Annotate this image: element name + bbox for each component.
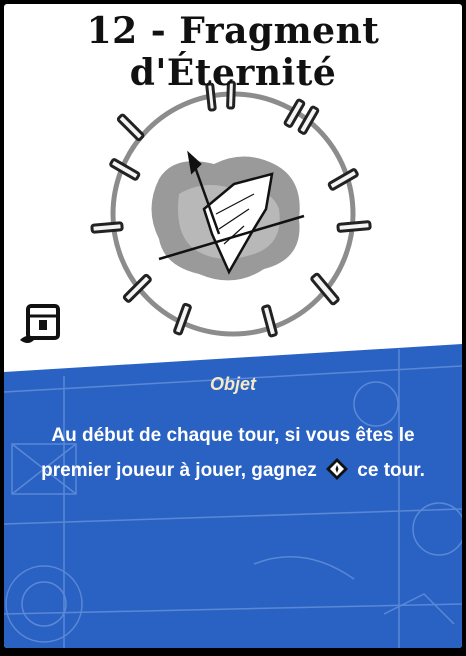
chest-icon — [20, 304, 60, 343]
card-title: 12 - Fragment d'Éternité — [86, 10, 380, 94]
card-rule-text: Au début de chaque tour, si vous êtes le… — [24, 418, 442, 488]
card-type: Objet — [209, 374, 256, 394]
card-art — [4, 80, 462, 648]
card: 12 - Fragment d'Éternité Objet Au début … — [4, 4, 462, 648]
diamond-icon — [326, 458, 348, 480]
rule-text-end: ce tour. — [357, 460, 425, 481]
